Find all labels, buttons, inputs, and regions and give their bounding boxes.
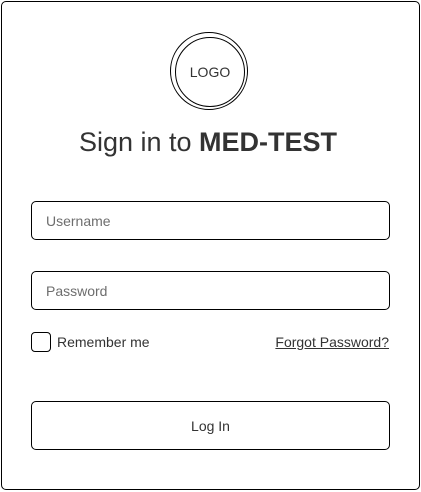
username-input[interactable]	[31, 201, 390, 240]
title-prefix: Sign in to	[78, 127, 200, 157]
brand-name: MED-TEST	[199, 127, 338, 157]
remember-me-label: Remember me	[57, 334, 150, 350]
remember-me-checkbox[interactable]	[31, 332, 51, 352]
login-button[interactable]: Log In	[31, 401, 390, 450]
password-input[interactable]	[31, 271, 390, 310]
sign-in-card: LOGO Sign in to MED-TEST Remember me For…	[1, 1, 420, 490]
logo-text: LOGO	[189, 64, 231, 80]
forgot-password-link[interactable]: Forgot Password?	[275, 334, 389, 350]
logo: LOGO	[170, 32, 248, 110]
page-title: Sign in to MED-TEST	[2, 124, 414, 160]
remember-me-control[interactable]: Remember me	[31, 331, 150, 353]
logo-inner-circle: LOGO	[175, 37, 245, 107]
